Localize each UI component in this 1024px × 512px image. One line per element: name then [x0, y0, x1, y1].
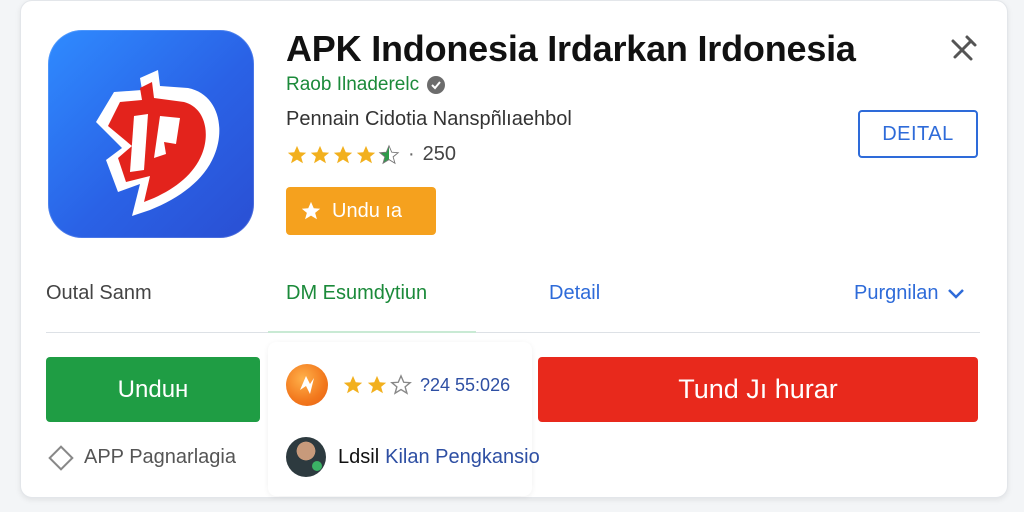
- developer-name[interactable]: Raob Ilnaderelc: [286, 74, 419, 96]
- star-icon: [310, 145, 330, 163]
- mini-app-icon[interactable]: [286, 364, 328, 406]
- footer-app-label[interactable]: APP Pagnarlagia: [48, 444, 236, 471]
- rating-count: 250: [422, 143, 457, 165]
- tab-bar: Outal Sanm DM Esumdytiun Detail Purgnila…: [46, 270, 980, 320]
- active-tab-indicator: [268, 331, 476, 333]
- author-name: Ldsil: [338, 445, 380, 468]
- avatar[interactable]: [286, 437, 326, 477]
- close-icon: [951, 35, 977, 61]
- tab-purgnilan-label: Purgnilan: [854, 282, 939, 304]
- star-half-icon: [378, 144, 400, 164]
- star-icon: [287, 145, 307, 163]
- rating-stars: [286, 144, 400, 166]
- mini-rating: ?24 55:026: [342, 374, 510, 396]
- rating-row: · 250: [286, 143, 456, 166]
- star-icon: [367, 375, 387, 394]
- app-title: APK Indonesia Irdarkan Irdonesia: [286, 28, 856, 69]
- star-icon: [356, 145, 376, 163]
- tab-detail[interactable]: Detail: [549, 282, 600, 305]
- author-row[interactable]: Ldsil Kilan Pengkansio: [286, 437, 540, 477]
- close-button[interactable]: [944, 30, 982, 68]
- download-button-small[interactable]: Undu ıa: [286, 187, 436, 235]
- app-subtitle: Pennain Cidotia Nanspñlıaehbol: [286, 108, 572, 130]
- verified-icon: [427, 76, 446, 94]
- secondary-action-button[interactable]: Tund Jı hurar: [538, 357, 978, 422]
- star-icon: [333, 145, 353, 163]
- footer-app-text: APP Pagnarlagia: [84, 446, 236, 468]
- separator-dot: ·: [408, 143, 415, 165]
- chevron-down-icon: [947, 288, 964, 299]
- mini-rating-text: ?24 55:026: [420, 374, 511, 395]
- tab-purgnilan[interactable]: Purgnilan: [854, 282, 965, 305]
- tab-outal-sanm[interactable]: Outal Sanm: [46, 282, 152, 305]
- developer-row[interactable]: Raob Ilnaderelc: [286, 74, 446, 96]
- tab-dm-esumdytiun[interactable]: DM Esumdytiun: [286, 282, 427, 305]
- detail-button[interactable]: DEITAL: [858, 110, 978, 158]
- diamond-icon: [48, 444, 74, 471]
- tab-divider: [46, 332, 980, 333]
- app-logo-icon[interactable]: [48, 30, 254, 238]
- author-role[interactable]: Kilan Pengkansio: [385, 446, 540, 469]
- download-star-icon: [301, 201, 321, 220]
- star-icon: [343, 375, 363, 394]
- primary-download-button[interactable]: Unduн: [46, 357, 260, 422]
- star-outline-icon: [390, 374, 412, 395]
- download-button-label: Undu ıa: [332, 199, 403, 222]
